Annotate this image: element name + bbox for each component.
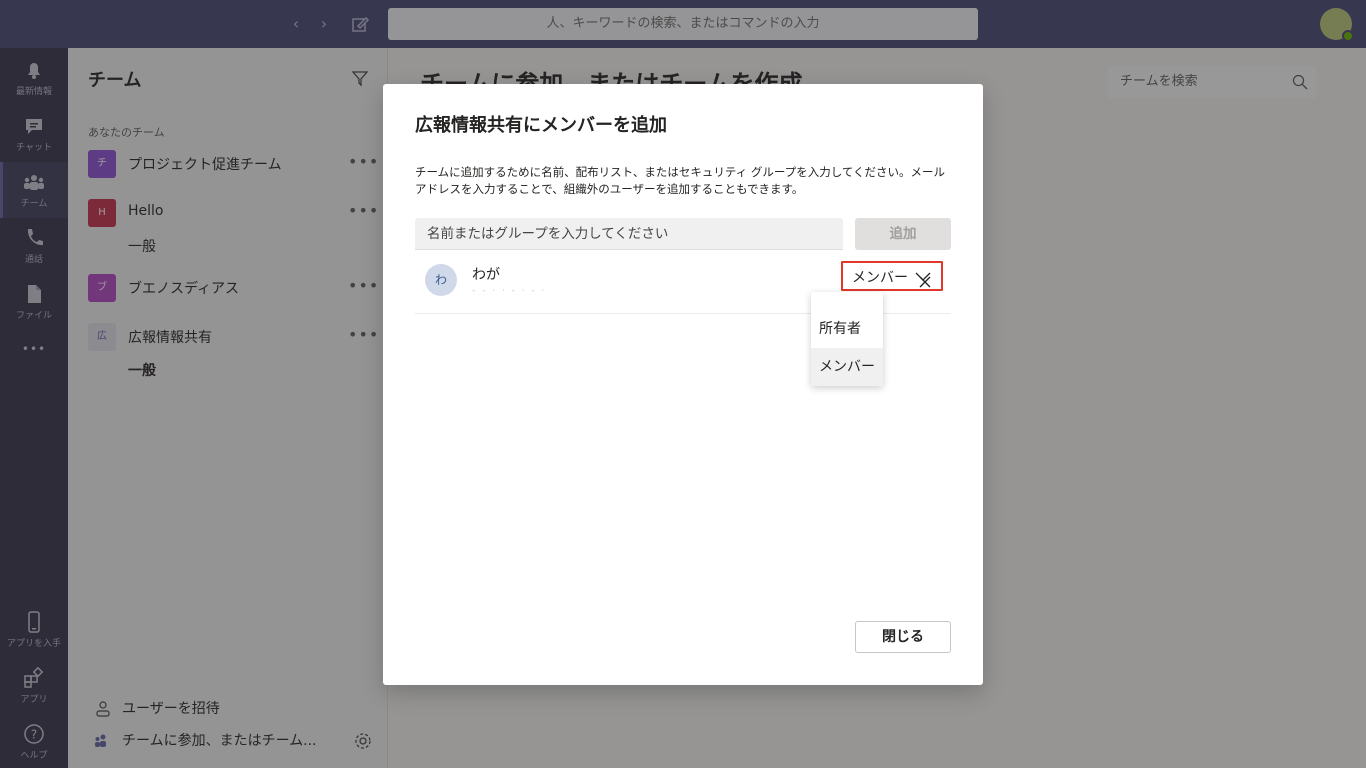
member-name-input[interactable]: 名前またはグループを入力してください <box>415 218 843 250</box>
dialog-description: チームに追加するために名前、配布リスト、またはセキュリティ グループを入力してく… <box>415 165 946 196</box>
role-option-member[interactable]: メンバー <box>811 348 883 386</box>
role-option-owner[interactable]: 所有者 <box>811 310 883 348</box>
member-email-redacted: - - · · - · - · <box>472 286 547 296</box>
avatar: わ <box>425 264 457 296</box>
close-icon[interactable] <box>917 274 933 290</box>
add-button[interactable]: 追加 <box>855 218 951 250</box>
role-value: メンバー <box>852 270 908 286</box>
dialog-title: 広報情報共有にメンバーを追加 <box>415 115 667 136</box>
role-dropdown-menu: 所有者 メンバー <box>811 292 883 386</box>
close-button[interactable]: 閉じる <box>855 621 951 653</box>
add-members-dialog: 広報情報共有にメンバーを追加 チームに追加するために名前、配布リスト、またはセキ… <box>383 84 983 685</box>
member-name: わが <box>472 267 500 283</box>
